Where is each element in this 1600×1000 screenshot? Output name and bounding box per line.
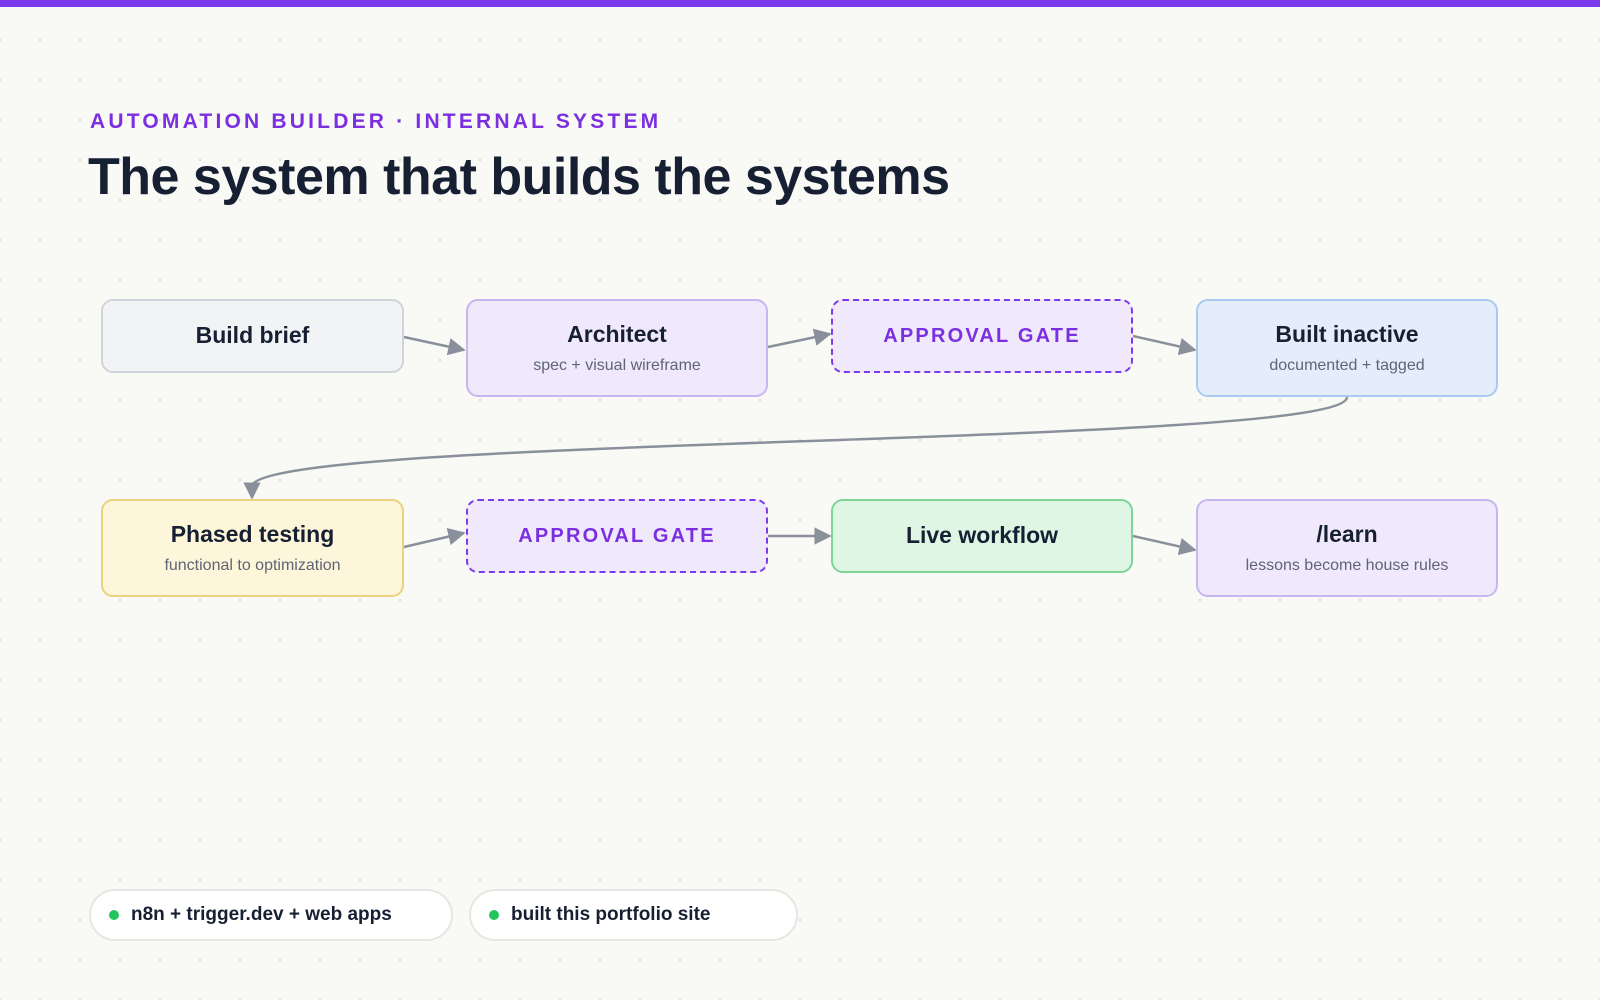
node-label: Built inactive (1275, 321, 1419, 348)
edge-brief-to-architect (403, 335, 466, 356)
node-subtitle: spec + visual wireframe (533, 356, 701, 374)
pill-label: built this portfolio site (511, 904, 711, 925)
portfolio-pill: built this portfolio site (469, 889, 798, 941)
node-subtitle: documented + tagged (1269, 356, 1425, 374)
node-label: /learn (1316, 521, 1378, 548)
node-approval-gate-2: APPROVAL GATE (466, 499, 768, 573)
edge-architect-to-gate (767, 328, 832, 349)
node-label: Phased testing (170, 521, 335, 548)
status-dot-icon (109, 910, 119, 920)
node-subtitle: lessons become house rules (1245, 556, 1449, 574)
tech-stack-pill: n8n + trigger.dev + web apps (89, 889, 453, 941)
edge-built-to-testing (243, 396, 1349, 500)
node-subtitle: functional to optimization (164, 556, 341, 574)
node-live-workflow: Live workflow (831, 499, 1133, 573)
node-label: Live workflow (905, 522, 1059, 549)
node-label: APPROVAL GATE (883, 325, 1081, 347)
edge-gate-to-built (1132, 334, 1197, 356)
edge-testing-to-gate (403, 528, 466, 549)
node-label: Build brief (195, 322, 310, 349)
status-dot-icon (489, 910, 499, 920)
node-architect: Architect spec + visual wireframe (466, 299, 768, 397)
node-learn: /learn lessons become house rules (1196, 499, 1498, 597)
node-label: Architect (567, 321, 667, 348)
node-label: APPROVAL GATE (518, 525, 716, 547)
node-built-inactive: Built inactive documented + tagged (1196, 299, 1498, 397)
edge-live-to-learn (1132, 534, 1197, 556)
pill-label: n8n + trigger.dev + web apps (131, 904, 392, 925)
node-phased-testing: Phased testing functional to optimizatio… (101, 499, 404, 597)
node-approval-gate-1: APPROVAL GATE (831, 299, 1133, 373)
node-build-brief: Build brief (101, 299, 404, 373)
